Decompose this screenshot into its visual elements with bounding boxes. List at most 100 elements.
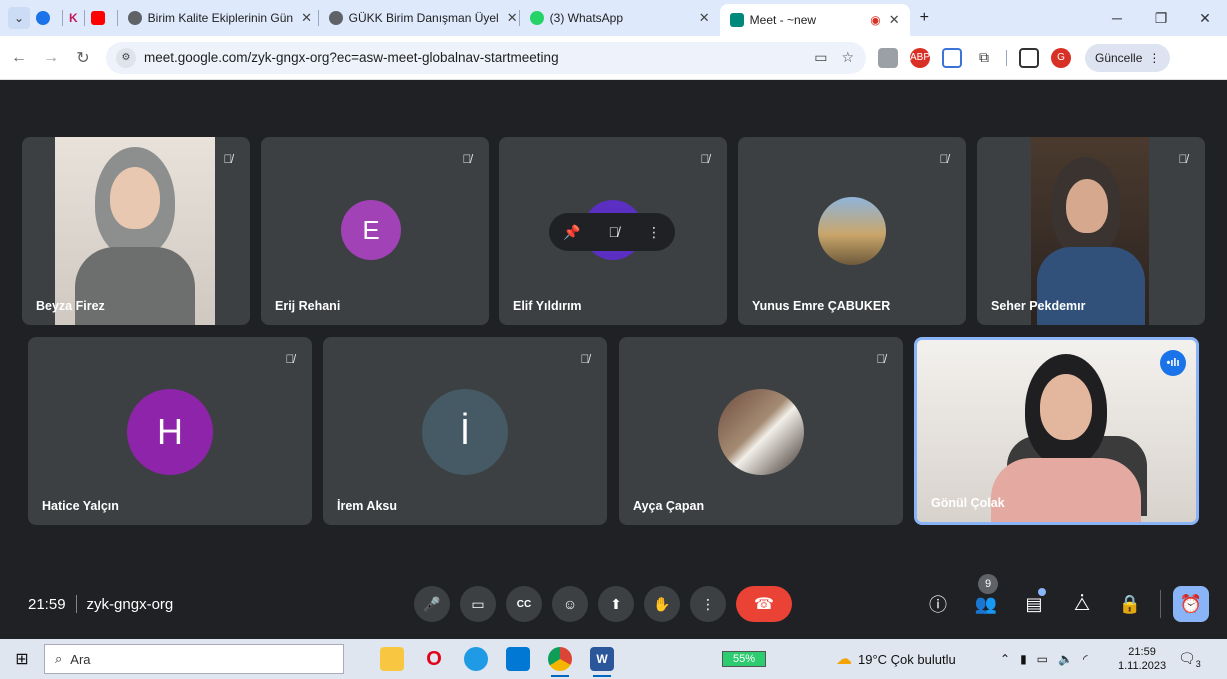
omnibox[interactable]: ⚙ meet.google.com/zyk-gngx-org?ec=asw-me… xyxy=(106,41,866,74)
participant-name: Ayça Çapan xyxy=(633,499,705,513)
timer-icon[interactable]: ⏰ xyxy=(1173,586,1209,622)
host-controls-icon[interactable]: 🔒 xyxy=(1112,586,1148,622)
participant-photo xyxy=(718,389,804,475)
call-controls: 🎤 ▭ CC ☺ ⬆ ✋ ⋮ ☎ xyxy=(414,586,792,622)
more-options-icon[interactable]: ⋮ xyxy=(647,224,661,241)
reload-icon[interactable]: ↻ xyxy=(70,48,96,68)
battery-indicator[interactable]: 55% xyxy=(722,651,766,667)
people-count-badge: 9 xyxy=(978,574,998,594)
adblock-icon[interactable]: ABP xyxy=(910,47,930,68)
participant-tile[interactable]: H 🎙̸ Hatice Yalçın xyxy=(28,337,312,525)
muted-mic-icon: 🎙̸ xyxy=(285,352,295,366)
tab-whatsapp[interactable]: (3) WhatsApp ✕ xyxy=(520,3,720,33)
participant-tile[interactable]: İ 🎙̸ İrem Aksu xyxy=(323,337,607,525)
close-icon[interactable]: ✕ xyxy=(699,10,710,26)
side-panel-icon[interactable] xyxy=(1019,47,1039,68)
file-explorer-icon[interactable] xyxy=(380,647,404,671)
close-icon[interactable]: ✕ xyxy=(889,12,900,28)
wifi-icon[interactable]: ◜ xyxy=(1083,652,1088,666)
extension-icon[interactable] xyxy=(878,47,898,68)
back-icon[interactable]: ← xyxy=(6,49,32,67)
chrome-icon[interactable] xyxy=(548,647,572,677)
word-icon[interactable]: W xyxy=(590,647,614,677)
forward-icon[interactable]: → xyxy=(38,49,64,67)
close-icon[interactable]: ✕ xyxy=(507,10,518,26)
participant-face xyxy=(110,167,160,229)
meeting-details-icon[interactable]: ⓘ xyxy=(920,586,956,622)
windows-start-icon[interactable]: ⊞ xyxy=(0,649,44,669)
participant-tile[interactable]: E 🎙̸ Erij Rehani xyxy=(261,137,489,325)
extensions-puzzle-icon[interactable]: ⧉ xyxy=(974,47,994,68)
people-icon[interactable]: 👥 9 xyxy=(968,574,1004,622)
cast-icon[interactable] xyxy=(942,47,962,68)
pin-icon[interactable]: 📌 xyxy=(563,224,580,241)
notifications-icon[interactable]: 🗨3 xyxy=(1178,650,1201,669)
meet-icon xyxy=(729,13,744,27)
camera-icon[interactable]: ▭ xyxy=(460,586,496,622)
tab-meet[interactable]: Meet - ~new ◉ ✕ xyxy=(719,4,910,36)
close-window-icon[interactable]: ✕ xyxy=(1183,10,1227,27)
participant-tile[interactable]: 🎙̸ Seher Pekdemır xyxy=(977,137,1205,325)
menu-dots-icon: ⋮ xyxy=(1148,50,1161,65)
meeting-info: 21:59 zyk-gngx-org xyxy=(28,595,173,613)
bookmark-star-icon[interactable]: ☆ xyxy=(841,49,854,66)
microphone-icon[interactable]: 🎤 xyxy=(414,586,450,622)
leave-call-icon[interactable]: ☎ xyxy=(736,586,792,622)
show-hidden-icons-icon[interactable]: ⌃ xyxy=(1000,652,1010,666)
volume-icon[interactable]: 🔈 xyxy=(1058,652,1073,666)
profile-avatar[interactable]: G xyxy=(1051,47,1071,68)
captions-icon[interactable]: CC xyxy=(506,586,542,622)
more-options-icon[interactable]: ⋮ xyxy=(690,586,726,622)
edge-icon[interactable] xyxy=(464,647,488,671)
tab-label: GÜKK Birim Danışman Üyel xyxy=(348,11,499,25)
recording-icon: ◉ xyxy=(870,13,881,27)
new-tab-button[interactable]: + xyxy=(910,3,939,33)
muted-mic-icon: 🎙̸ xyxy=(700,152,710,166)
globe-icon xyxy=(127,11,142,25)
tab-birim-kalite[interactable]: Birim Kalite Ekiplerinin Gün ✕ xyxy=(118,3,318,33)
participant-avatar: H xyxy=(127,389,213,475)
camera-indicator-icon[interactable]: ▭ xyxy=(814,49,827,66)
pinned-tab-2[interactable]: K xyxy=(63,3,84,33)
participant-tile[interactable]: 🎙̸ Beyza Firez xyxy=(22,137,250,325)
weather-widget[interactable]: ☁ 19°C Çok bulutlu xyxy=(836,649,956,669)
pinned-tab-youtube[interactable] xyxy=(85,3,117,33)
activities-icon[interactable]: ⧊ xyxy=(1064,586,1100,622)
taskbar-search[interactable]: ⌕ Ara xyxy=(44,644,344,674)
muted-mic-icon: 🎙̸ xyxy=(462,152,472,166)
participant-name: Gönül Çolak xyxy=(931,496,1005,510)
restore-icon[interactable]: ❐ xyxy=(1139,10,1183,27)
participant-face xyxy=(1040,374,1092,440)
tab-search-icon[interactable]: ⌄ xyxy=(8,7,30,29)
participant-name: Beyza Firez xyxy=(36,299,105,313)
emoji-reactions-icon[interactable]: ☺ xyxy=(552,586,588,622)
system-clock[interactable]: 21:59 1.11.2023 xyxy=(1118,645,1166,673)
mail-icon[interactable] xyxy=(506,647,530,671)
close-icon[interactable]: ✕ xyxy=(301,10,312,26)
weather-text: 19°C Çok bulutlu xyxy=(858,651,956,667)
mute-participant-icon[interactable]: 🎙̸ xyxy=(608,224,619,240)
meeting-time: 21:59 xyxy=(28,595,66,613)
raise-hand-icon[interactable]: ✋ xyxy=(644,586,680,622)
participant-video xyxy=(1031,137,1149,325)
site-settings-icon[interactable]: ⚙ xyxy=(116,47,136,68)
update-button[interactable]: Güncelle ⋮ xyxy=(1085,43,1171,72)
battery-tray-icon[interactable]: ▭ xyxy=(1037,652,1048,666)
tab-gukk[interactable]: GÜKK Birim Danışman Üyel ✕ xyxy=(319,3,519,33)
pen-icon[interactable]: ▮ xyxy=(1020,652,1027,666)
opera-icon[interactable]: O xyxy=(422,647,446,671)
toolbar-separator xyxy=(1006,49,1007,66)
participant-tile[interactable]: 🎙̸ Yunus Emre ÇABUKER xyxy=(738,137,966,325)
participant-tile[interactable]: 🎙̸ Ayça Çapan xyxy=(619,337,903,525)
participant-tile[interactable]: 📌 🎙̸ ⋮ 🎙̸ Elif Yıldırım xyxy=(499,137,727,325)
window-controls: ─ ❐ ✕ xyxy=(1095,0,1227,36)
update-label: Güncelle xyxy=(1095,50,1143,65)
minimize-icon[interactable]: ─ xyxy=(1095,10,1139,26)
participant-tile-speaking[interactable]: •ılı Gönül Çolak xyxy=(914,337,1199,525)
present-screen-icon[interactable]: ⬆ xyxy=(598,586,634,622)
chat-icon[interactable]: ▤ xyxy=(1016,586,1052,622)
pinned-tab-1[interactable] xyxy=(30,3,62,33)
whatsapp-icon xyxy=(529,11,544,25)
participant-name: İrem Aksu xyxy=(337,499,397,513)
participant-video xyxy=(55,137,215,325)
